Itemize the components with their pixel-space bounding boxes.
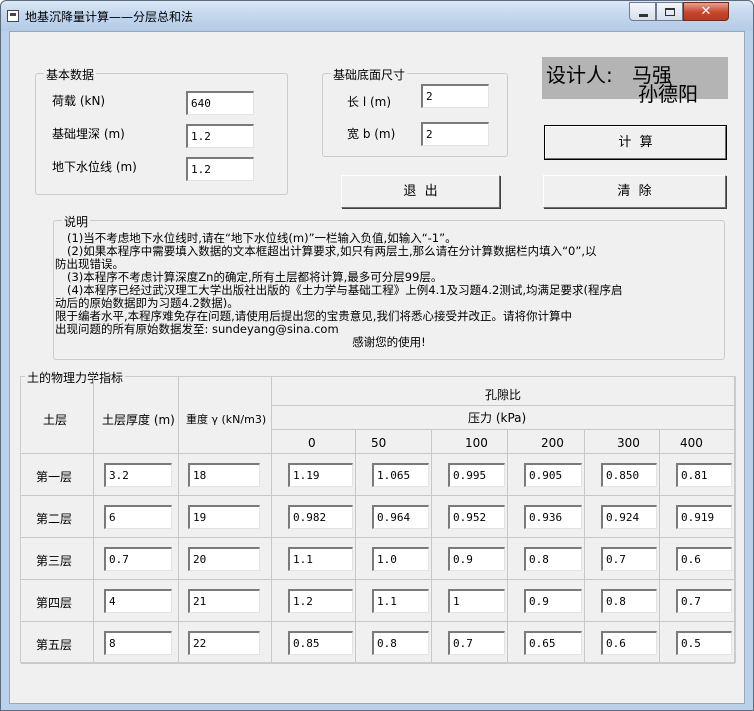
window-title: 地基沉降量计算——分层总和法 — [25, 10, 194, 24]
void-ratio-input[interactable]: 0.995 — [448, 463, 505, 487]
note-line: 防出现错误。 — [55, 258, 124, 271]
depth-label: 基础埋深 (m) — [52, 127, 125, 141]
length-input[interactable]: 2 — [421, 84, 489, 108]
minimize-button[interactable] — [629, 2, 656, 21]
pressure-value-label: 200 — [541, 436, 564, 450]
void-ratio-input[interactable]: 0.81 — [676, 463, 732, 487]
void-ratio-input[interactable]: 0.7 — [448, 631, 505, 655]
unit-weight-input[interactable]: 18 — [188, 463, 260, 487]
unit-weight-column-header: 重度 γ (kN/m3) — [186, 413, 267, 426]
unit-weight-input[interactable]: 21 — [188, 589, 260, 613]
void-ratio-header: 孔隙比 — [485, 388, 522, 402]
pressure-value-label: 50 — [371, 436, 387, 450]
void-ratio-input[interactable]: 0.7 — [601, 547, 657, 571]
void-ratio-input[interactable]: 0.982 — [288, 505, 353, 529]
designer-panel: 设计人: 马强 孙德阳 — [542, 57, 728, 106]
void-ratio-input[interactable]: 0.65 — [524, 631, 582, 655]
note-line: (3)本程序不考虑计算深度Zn的确定,所有土层都将计算,最多可分层99层。 — [67, 271, 443, 284]
pressure-value-label: 400 — [680, 436, 703, 450]
void-ratio-input[interactable]: 1 — [448, 589, 505, 613]
thickness-input[interactable]: 4 — [104, 589, 172, 613]
void-ratio-input[interactable]: 0.964 — [372, 505, 429, 529]
note-line: 限于编者水平,本程序难免存在问题,请使用后提出您的宝贵意见,我们将悉心接受并改正… — [55, 310, 572, 323]
load-label: 荷载 (kN) — [52, 94, 106, 108]
minimize-icon — [639, 14, 648, 17]
void-ratio-input[interactable]: 1.1 — [372, 589, 429, 613]
thickness-input[interactable]: 6 — [104, 505, 172, 529]
thickness-input[interactable]: 0.7 — [104, 547, 172, 571]
pressure-header: 压力 (kPa) — [468, 411, 527, 425]
pressure-value-label: 0 — [308, 436, 316, 450]
note-line: (2)如果本程序中需要填入数据的文本框超出计算要求,如只有两层土,那么请在分计算… — [67, 245, 597, 258]
width-input[interactable]: 2 — [421, 122, 489, 146]
note-line: (1)当不考虑地下水位线时,请在“地下水位线(m)”一栏输入负值,如输入“-1”… — [67, 232, 457, 245]
void-ratio-input[interactable]: 1.0 — [372, 547, 429, 571]
void-ratio-input[interactable]: 0.919 — [676, 505, 732, 529]
notes-text: (1)当不考虑地下水位线时,请在“地下水位线(m)”一栏输入负值,如输入“-1”… — [55, 232, 723, 349]
void-ratio-input[interactable]: 0.8 — [372, 631, 429, 655]
unit-weight-input[interactable]: 22 — [188, 631, 260, 655]
void-ratio-input[interactable]: 0.850 — [601, 463, 657, 487]
note-line: 出现问题的所有原始数据发至: sundeyang@sina.com — [55, 323, 339, 336]
header-cell-pressure-value — [356, 430, 432, 454]
width-label: 宽 b (m) — [347, 127, 396, 141]
layer-name-label: 第四层 — [36, 596, 73, 610]
maximize-button[interactable] — [656, 2, 683, 21]
void-ratio-input[interactable]: 0.8 — [524, 547, 582, 571]
pressure-value-label: 300 — [617, 436, 640, 450]
thickness-input[interactable]: 3.2 — [104, 463, 172, 487]
void-ratio-input[interactable]: 0.924 — [601, 505, 657, 529]
layer-name-label: 第二层 — [36, 512, 73, 526]
base-size-title: 基础底面尺寸 — [331, 66, 408, 83]
depth-input[interactable]: 1.2 — [186, 124, 254, 148]
close-icon: ✕ — [700, 4, 712, 19]
void-ratio-input[interactable]: 1.2 — [288, 589, 353, 613]
clear-button[interactable]: 清 除 — [543, 175, 726, 208]
water-level-label: 地下水位线 (m) — [52, 160, 137, 174]
note-line: (4)本程序已经过武汉理工大学出版社出版的《土力学与基础工程》上例4.1及习题4… — [67, 284, 623, 297]
void-ratio-input[interactable]: 1.065 — [372, 463, 429, 487]
void-ratio-input[interactable]: 0.9 — [448, 547, 505, 571]
void-ratio-input[interactable]: 0.6 — [676, 547, 732, 571]
void-ratio-input[interactable]: 1.1 — [288, 547, 353, 571]
unit-weight-input[interactable]: 20 — [188, 547, 260, 571]
load-input[interactable]: 640 — [186, 91, 254, 115]
pressure-value-label: 100 — [465, 436, 488, 450]
void-ratio-input[interactable]: 0.7 — [676, 589, 732, 613]
designer-name-2: 孙德阳 — [638, 82, 698, 106]
designer-label: 设计人: — [546, 63, 613, 87]
void-ratio-input[interactable]: 0.936 — [524, 505, 582, 529]
note-line: 动后的原始数据即为习题4.2数据)。 — [55, 297, 239, 310]
note-line: 感谢您的使用! — [352, 336, 426, 349]
length-label: 长 l (m) — [347, 95, 392, 109]
layer-name-label: 第一层 — [36, 470, 73, 484]
void-ratio-input[interactable]: 0.85 — [288, 631, 353, 655]
layer-name-label: 第三层 — [36, 554, 73, 568]
layer-column-header: 土层 — [43, 413, 68, 427]
void-ratio-input[interactable]: 0.905 — [524, 463, 582, 487]
void-ratio-input[interactable]: 0.9 — [524, 589, 582, 613]
exit-button[interactable]: 退 出 — [341, 175, 500, 208]
layer-name-label: 第五层 — [36, 638, 73, 652]
void-ratio-input[interactable]: 0.8 — [601, 589, 657, 613]
water-level-input[interactable]: 1.2 — [186, 157, 254, 181]
unit-weight-input[interactable]: 19 — [188, 505, 260, 529]
basic-data-title: 基本数据 — [44, 66, 97, 83]
void-ratio-input[interactable]: 0.952 — [448, 505, 505, 529]
void-ratio-input[interactable]: 1.19 — [288, 463, 353, 487]
void-ratio-input[interactable]: 0.5 — [676, 631, 732, 655]
thickness-column-header: 土层厚度 (m) — [102, 413, 175, 427]
void-ratio-input[interactable]: 0.6 — [601, 631, 657, 655]
app-window-icon — [7, 10, 19, 22]
calculate-button[interactable]: 计 算 — [544, 125, 727, 160]
close-button[interactable]: ✕ — [683, 2, 729, 21]
maximize-icon — [665, 8, 675, 16]
title-bar[interactable]: 地基沉降量计算——分层总和法 ✕ — [1, 1, 753, 31]
notes-title: 说明 — [62, 213, 91, 230]
thickness-input[interactable]: 8 — [104, 631, 172, 655]
